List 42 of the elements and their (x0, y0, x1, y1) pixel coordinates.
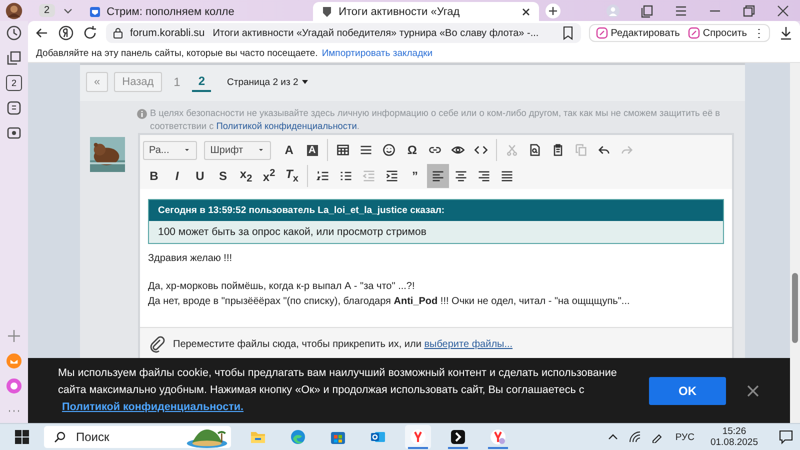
format-button[interactable]: S (212, 164, 234, 188)
post-text: Да нет, вроде в "прызёёёрах "(по списку), благодаря Anti_Pod !!! Очки не одел, читал - "на ощщщупь"... (148, 295, 631, 309)
url-text: forum.korabli.su (130, 27, 205, 39)
page-menu[interactable]: Страница 2 из 2 (227, 76, 310, 88)
privacy-note: В целях безопасности не указывайте здесь личную информацию о себе или о ком-либо другом, так как мы не сможем защитить её в соответствии с Политикой конфиденциальности. (150, 107, 722, 131)
privacy-policy-link[interactable]: Политикой конфиденциальности. (62, 400, 244, 413)
import-bookmarks-link[interactable]: Импортировать закладки (322, 48, 433, 59)
taskbar-search-field[interactable]: Поиск (44, 426, 231, 448)
format-button[interactable]: x$^{2}$ (258, 164, 280, 188)
format-button[interactable]: B (143, 164, 165, 188)
page-link[interactable]: 2 (192, 72, 212, 92)
format-button[interactable]: A (278, 138, 300, 162)
format-button[interactable]: I (166, 164, 188, 188)
format-button[interactable]: T$_{x}$ (281, 164, 303, 188)
post-text: Да, хр-морковь поймёшь, когда к-р выпал А - "за что" ...?! (148, 280, 416, 294)
attach-hint: Переместите файлы сюда, чтобы прикрепить их, или выберите файлы... (173, 338, 513, 350)
page-title: Итоги активности «Угадай победителя» турнира «Во славу флота» -... (212, 28, 539, 38)
cookie-message: Мы используем файлы cookie, чтобы предлагать вам наилучший возможный контент и сделать использование сайта максимально удобным. Нажимая кнопку «Ок» и продолжая использовать сайт, Вы соглашаетесь с Политикой конфиденциальности. (58, 366, 618, 415)
privacy-policy-link[interactable]: Политикой конфиденциальности (216, 120, 357, 131)
language-indicator[interactable]: РУС (675, 432, 694, 442)
clock-time[interactable]: 15:26 (722, 426, 746, 437)
format-button[interactable]: ” (404, 164, 426, 188)
sidebar-badge[interactable]: 2 (6, 75, 22, 91)
browser-tab[interactable]: Итоги активности «Угад (312, 2, 539, 21)
format-button[interactable]: Ω (401, 138, 424, 162)
bookmarks-hint: Добавляйте на эту панель сайты, которые вы часто посещаете. (36, 48, 318, 59)
clock-date[interactable]: 01.08.2025 (710, 437, 758, 448)
tab-count[interactable]: 2 (39, 4, 55, 17)
quote-text: 100 может быть за опрос какой, или просмотр стримов (149, 221, 723, 243)
choose-files-link[interactable]: выберите файлы... (424, 338, 513, 350)
quote-header: Сегодня в 13:59:52 пользователь La_loi_et_la_justice сказал: (149, 200, 723, 221)
action-button[interactable]: Спросить (686, 26, 749, 40)
post-text: Здравия желаю !!! (148, 252, 234, 266)
toolbar-select[interactable]: Ра... (143, 140, 198, 160)
format-button[interactable]: A (301, 138, 324, 162)
address-field[interactable]: forum.korabli.su Итоги активности «Угадай победителя» турнира «Во славу флота» -... (106, 23, 581, 43)
ok-button[interactable]: OK (649, 376, 726, 404)
toolbar-select[interactable]: Шрифт (204, 140, 272, 160)
browser-tab[interactable]: Стрим: пополняем колле (80, 2, 307, 21)
format-button[interactable]: x$_{2}$ (235, 164, 257, 188)
format-button[interactable]: U (189, 164, 211, 188)
action-button[interactable]: Редактировать (594, 26, 682, 40)
